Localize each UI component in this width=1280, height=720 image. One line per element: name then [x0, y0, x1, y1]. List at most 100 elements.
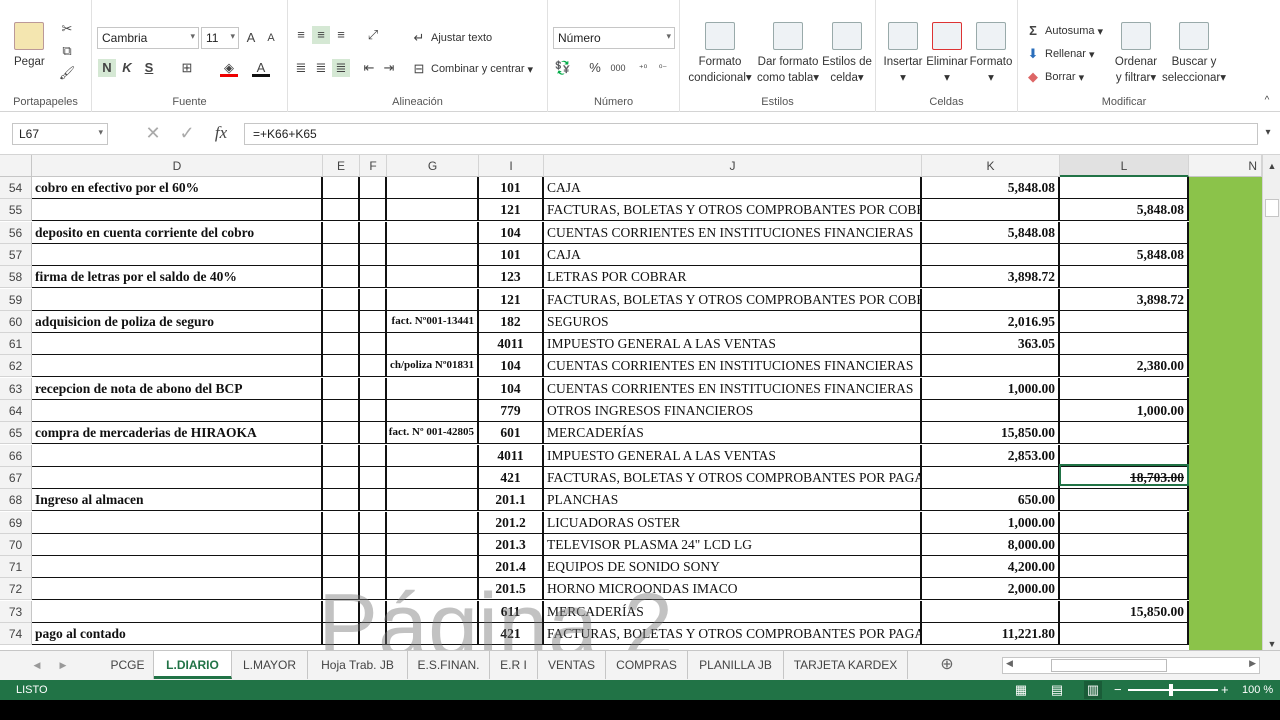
- cell-i[interactable]: 104: [479, 221, 544, 244]
- cell-l[interactable]: [1060, 310, 1189, 333]
- sheet-tab[interactable]: L.MAYOR: [232, 651, 308, 679]
- cell-i[interactable]: 4011: [479, 444, 544, 467]
- cell-i[interactable]: 201.1: [479, 489, 544, 512]
- cell-g[interactable]: [387, 199, 479, 222]
- decrease-decimal-icon[interactable]: ⁰⁻: [654, 59, 672, 77]
- zoom-out-icon[interactable]: −: [1114, 680, 1122, 700]
- col-header-i[interactable]: I: [479, 155, 544, 177]
- cell-i[interactable]: 611: [479, 600, 544, 623]
- cell-i[interactable]: 779: [479, 400, 544, 422]
- thousands-button[interactable]: 000: [606, 59, 630, 77]
- font-color-icon[interactable]: A: [252, 59, 270, 77]
- cell-i[interactable]: 4011: [479, 333, 544, 356]
- cell-i[interactable]: 201.4: [479, 556, 544, 579]
- cell-f[interactable]: [360, 533, 387, 556]
- cell-i[interactable]: 201.2: [479, 511, 544, 534]
- cell-d[interactable]: adquisicion de poliza de seguro: [32, 310, 323, 333]
- cell-d[interactable]: [32, 444, 323, 467]
- cell-e[interactable]: [323, 422, 360, 445]
- fill-color-icon[interactable]: ◈: [220, 59, 238, 77]
- select-all-corner[interactable]: [0, 155, 32, 177]
- cell-d[interactable]: deposito en cuenta corriente del cobro: [32, 221, 323, 244]
- zoom-in-icon[interactable]: +: [1221, 680, 1229, 700]
- cell-d[interactable]: Ingreso al almacen: [32, 489, 323, 512]
- cell-l[interactable]: [1060, 511, 1189, 534]
- cell-g[interactable]: [387, 466, 479, 489]
- cell-j[interactable]: EQUIPOS DE SONIDO SONY: [544, 556, 922, 579]
- cell-g[interactable]: [387, 511, 479, 534]
- sheet-tab[interactable]: L.DIARIO: [154, 651, 232, 679]
- cell-k[interactable]: [922, 600, 1060, 623]
- align-center-icon[interactable]: ≣: [312, 59, 330, 77]
- cell-l[interactable]: [1060, 533, 1189, 556]
- cell-k[interactable]: 11,221.80: [922, 623, 1060, 645]
- cell-f[interactable]: [360, 556, 387, 579]
- vertical-scroll-thumb[interactable]: [1265, 199, 1279, 217]
- sort-filter-button[interactable]: Ordenar y filtrar▾: [1108, 22, 1164, 86]
- cell-j[interactable]: IMPUESTO GENERAL A LAS VENTAS: [544, 444, 922, 467]
- cell-k[interactable]: 4,200.00: [922, 556, 1060, 579]
- col-header-d[interactable]: D: [32, 155, 323, 177]
- cell-g[interactable]: [387, 489, 479, 512]
- cell-f[interactable]: [360, 266, 387, 289]
- cell-k[interactable]: [922, 199, 1060, 222]
- cell-e[interactable]: [323, 310, 360, 333]
- bold-button[interactable]: N: [98, 59, 116, 77]
- cell-g[interactable]: [387, 221, 479, 244]
- cell-k[interactable]: 5,848.08: [922, 221, 1060, 244]
- cell-l[interactable]: [1060, 377, 1189, 400]
- cell-g[interactable]: [387, 377, 479, 400]
- cut-icon[interactable]: ✂: [58, 20, 76, 38]
- cell-l[interactable]: 5,848.08: [1060, 199, 1189, 222]
- cell-k[interactable]: 1,000.00: [922, 377, 1060, 400]
- row-header[interactable]: 72: [0, 578, 32, 601]
- cell-f[interactable]: [360, 489, 387, 512]
- cell-f[interactable]: [360, 600, 387, 623]
- cell-j[interactable]: CAJA: [544, 243, 922, 266]
- cell-k[interactable]: 5,848.08: [922, 177, 1060, 199]
- cell-i[interactable]: 201.3: [479, 533, 544, 556]
- grow-font-icon[interactable]: A: [242, 29, 260, 47]
- row-header[interactable]: 65: [0, 422, 32, 445]
- cell-f[interactable]: [360, 466, 387, 489]
- cell-f[interactable]: [360, 199, 387, 222]
- increase-indent-icon[interactable]: ⇥: [380, 59, 398, 77]
- hscroll-right-icon[interactable]: ▶: [1249, 658, 1256, 669]
- align-left-icon[interactable]: ≣: [292, 59, 310, 77]
- percent-button[interactable]: %: [586, 59, 604, 77]
- fill-button[interactable]: ⬇ Rellenar ▾: [1024, 45, 1095, 63]
- cell-f[interactable]: [360, 221, 387, 244]
- cell-j[interactable]: FACTURAS, BOLETAS Y OTROS COMPROBANTES P…: [544, 466, 922, 489]
- cell-g[interactable]: [387, 556, 479, 579]
- hscroll-left-icon[interactable]: ◀: [1006, 658, 1013, 669]
- cell-e[interactable]: [323, 578, 360, 601]
- cell-f[interactable]: [360, 310, 387, 333]
- cell-f[interactable]: [360, 333, 387, 356]
- align-bottom-icon[interactable]: ≡: [332, 26, 350, 44]
- row-header[interactable]: 69: [0, 511, 32, 534]
- row-header[interactable]: 63: [0, 377, 32, 400]
- vertical-scrollbar[interactable]: ▲ ▼: [1262, 155, 1280, 650]
- cell-j[interactable]: FACTURAS, BOLETAS Y OTROS COMPROBANTES P…: [544, 623, 922, 645]
- cell-styles-button[interactable]: Estilos de celda▾: [820, 22, 874, 86]
- cell-i[interactable]: 421: [479, 623, 544, 645]
- cell-g[interactable]: ch/poliza Nº01831: [387, 355, 479, 378]
- scroll-up-icon[interactable]: ▲: [1263, 157, 1280, 175]
- cell-l[interactable]: [1060, 266, 1189, 289]
- cell-g[interactable]: [387, 400, 479, 422]
- cell-f[interactable]: [360, 243, 387, 266]
- align-right-icon[interactable]: ≣: [332, 59, 350, 77]
- cell-j[interactable]: OTROS INGRESOS FINANCIEROS: [544, 400, 922, 422]
- cell-e[interactable]: [323, 489, 360, 512]
- page-layout-view-icon[interactable]: ▤: [1048, 681, 1066, 699]
- cell-f[interactable]: [360, 422, 387, 445]
- sheet-tab[interactable]: PLANILLA JB: [688, 651, 784, 679]
- cell-i[interactable]: 104: [479, 355, 544, 378]
- font-name-select[interactable]: Cambria ▾: [97, 27, 199, 49]
- insert-function-icon[interactable]: fx: [212, 124, 230, 142]
- col-header-g[interactable]: G: [387, 155, 479, 177]
- cell-k[interactable]: [922, 243, 1060, 266]
- sheet-tab[interactable]: PCGE: [102, 651, 154, 679]
- row-header[interactable]: 71: [0, 556, 32, 579]
- cell-k[interactable]: 2,000.00: [922, 578, 1060, 601]
